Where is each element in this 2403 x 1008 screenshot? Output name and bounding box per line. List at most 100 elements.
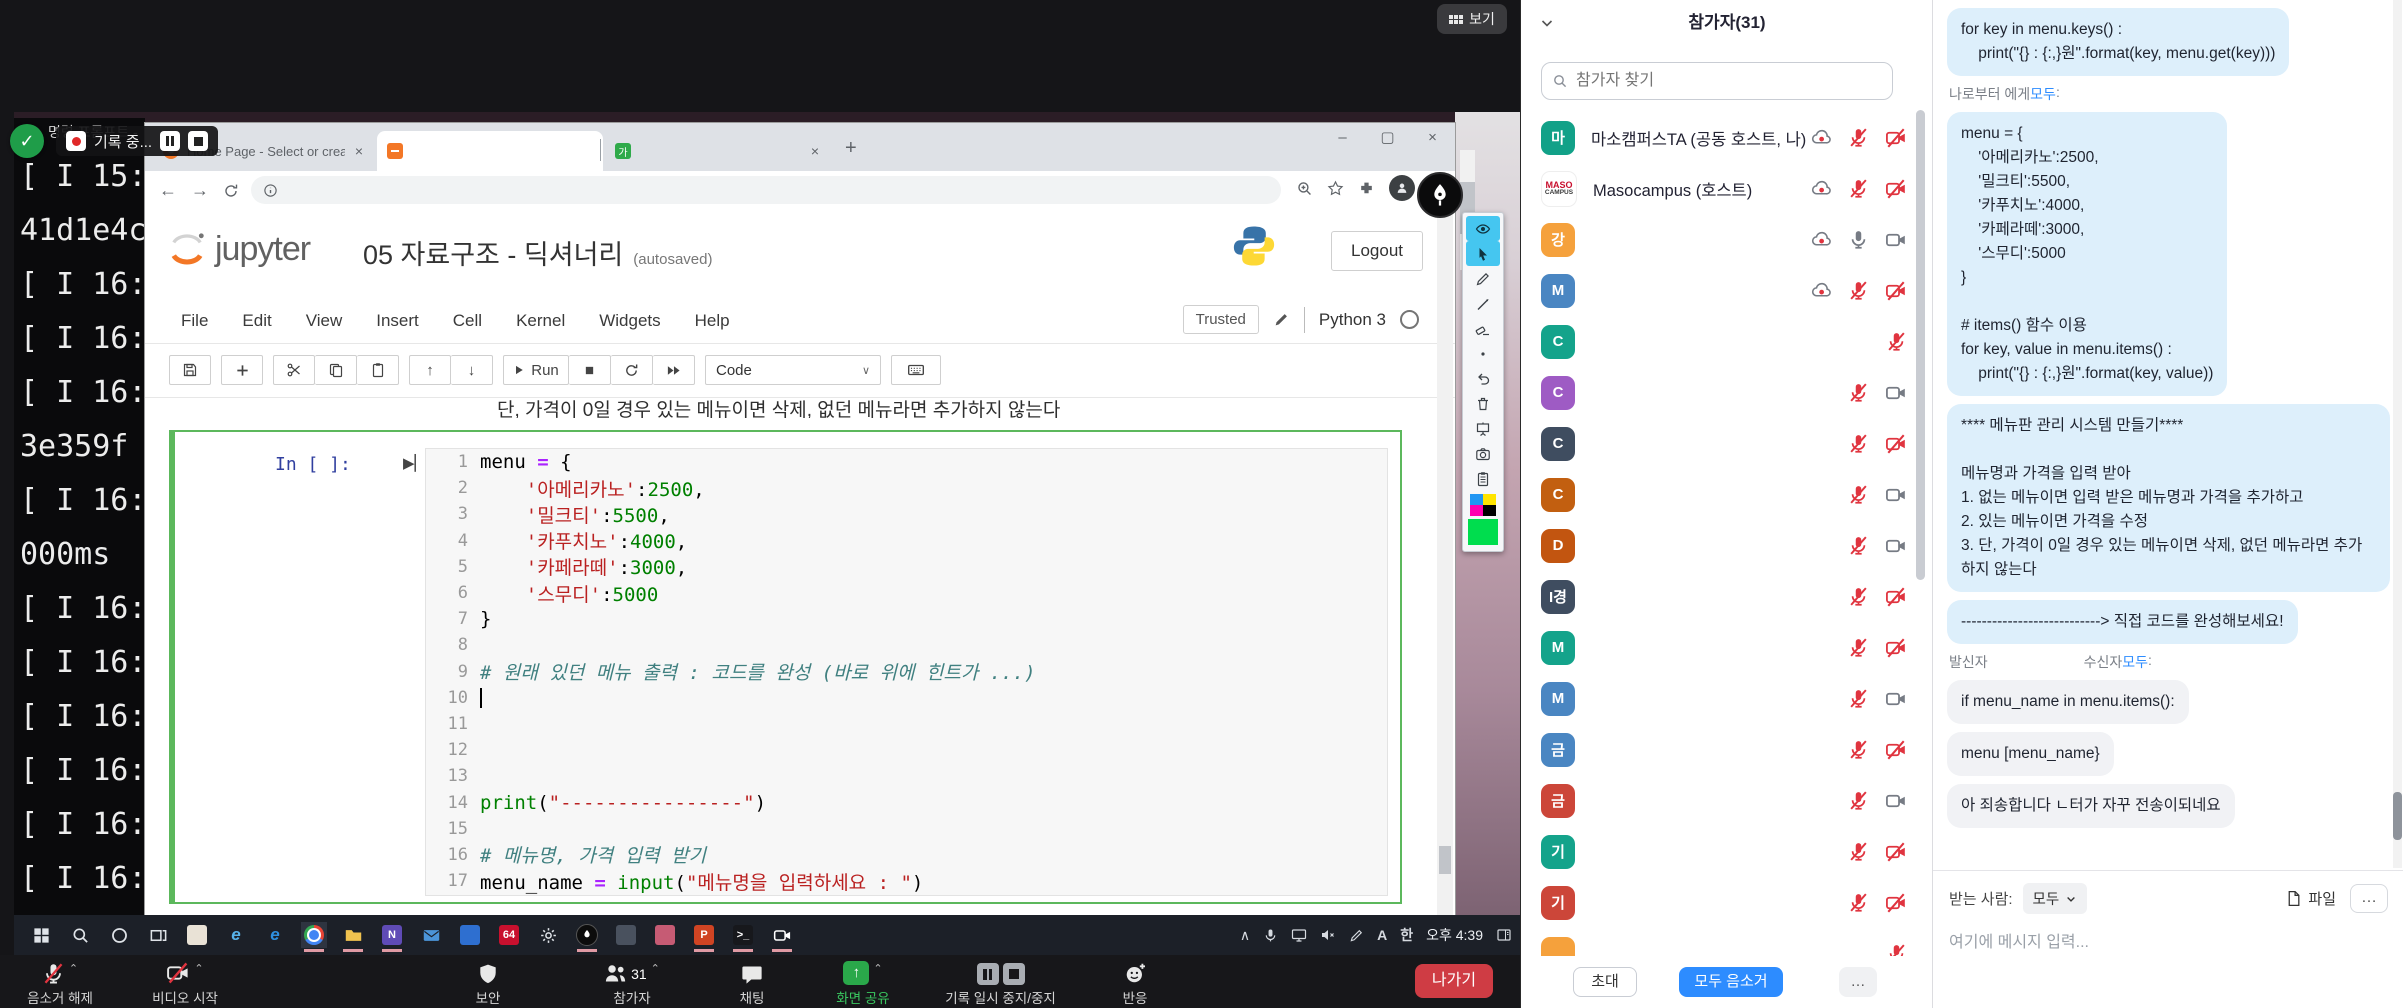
tray-notification-icon[interactable] <box>1496 927 1512 943</box>
leave-meeting-button[interactable]: 나가기 <box>1415 964 1493 998</box>
browser-scrollbar[interactable] <box>1437 209 1453 915</box>
window-maximize-button[interactable]: ▢ <box>1365 123 1410 155</box>
unmute-button[interactable]: ⌃ 음소거 해제 <box>0 955 120 1008</box>
stop-recording-button[interactable] <box>1003 963 1025 985</box>
annotation-undo-tool[interactable] <box>1466 366 1500 391</box>
participant-row[interactable]: C <box>1521 418 1933 469</box>
participant-row[interactable]: C <box>1521 316 1933 367</box>
chat-input[interactable]: 여기에 메시지 입력... <box>1949 928 2388 952</box>
taskbar-security-app-icon[interactable] <box>184 922 210 948</box>
tray-mic-icon[interactable] <box>1263 928 1278 943</box>
notebook-menu-widgets[interactable]: Widgets <box>599 311 660 331</box>
window-minimize-button[interactable]: – <box>1320 123 1365 155</box>
chat-scrollbar-thumb[interactable] <box>2393 792 2402 840</box>
save-button[interactable] <box>169 355 211 385</box>
recipient-everyone-link[interactable]: 모두 <box>2122 652 2148 672</box>
annotation-eraser-tool[interactable] <box>1466 316 1500 341</box>
recipient-everyone-link[interactable]: 모두 <box>2030 84 2056 104</box>
tray-ime-korean-icon[interactable]: 한 <box>1400 925 1413 945</box>
annotation-clip-tool[interactable] <box>1466 466 1500 491</box>
notebook-menu-view[interactable]: View <box>306 311 343 331</box>
participant-row[interactable]: 마마소캠퍼스TA (공동 호스트, 나) <box>1521 112 1933 163</box>
paste-cell-button[interactable] <box>357 355 399 385</box>
interrupt-kernel-button[interactable] <box>569 355 611 385</box>
participant-row[interactable]: 금 <box>1521 775 1933 826</box>
taskbar-photos-icon[interactable] <box>457 922 483 948</box>
search-input[interactable] <box>1574 71 1882 91</box>
tab-close-icon[interactable]: × <box>809 143 821 159</box>
site-info-icon[interactable] <box>263 183 278 198</box>
cell-type-select[interactable]: Code∨ <box>705 355 881 385</box>
participant-row[interactable]: M <box>1521 673 1933 724</box>
annotation-color-palette[interactable] <box>1470 494 1496 516</box>
participant-row[interactable]: M <box>1521 622 1933 673</box>
move-cell-up-button[interactable]: ↑ <box>409 355 451 385</box>
annotation-eye-tool[interactable] <box>1466 216 1500 241</box>
taskbar-terminal-app-icon[interactable]: >_ <box>730 922 756 948</box>
notebook-menu-cell[interactable]: Cell <box>453 311 482 331</box>
forward-icon[interactable]: → <box>191 180 209 201</box>
mute-all-button[interactable]: 모두 음소거 <box>1679 967 1783 997</box>
tray-pen-icon[interactable] <box>1349 928 1364 943</box>
taskbar-start-icon[interactable] <box>28 922 54 948</box>
command-palette-button[interactable] <box>891 355 941 385</box>
taskbar-calculator-icon[interactable] <box>613 922 639 948</box>
participant-search-box[interactable] <box>1541 62 1893 100</box>
run-cell-icon[interactable]: ▶▏ <box>403 454 426 472</box>
stop-recording-icon[interactable] <box>188 131 208 151</box>
url-field[interactable] <box>251 176 1281 204</box>
annotation-board-tool[interactable] <box>1466 416 1500 441</box>
participant-row[interactable]: MASOCAMPUSMasocampus (호스트) <box>1521 163 1933 214</box>
notebook-menu-file[interactable]: File <box>181 311 208 331</box>
tray-display-icon[interactable] <box>1291 927 1307 943</box>
recording-controls-button[interactable]: 기록 일시 중지/중지 <box>928 955 1073 1008</box>
taskbar-clock[interactable]: 오후 4:39 <box>1426 925 1483 945</box>
participant-row[interactable]: 강 <box>1521 214 1933 265</box>
extension-icon[interactable] <box>1358 180 1375 197</box>
participants-scrollbar-thumb[interactable] <box>1916 110 1925 580</box>
participant-row[interactable]: C <box>1521 469 1933 520</box>
taskbar-search-icon[interactable] <box>67 922 93 948</box>
jupyter-logo[interactable]: jupyter <box>165 227 310 271</box>
taskbar-settings-icon[interactable] <box>535 922 561 948</box>
participant-row[interactable]: M <box>1521 265 1933 316</box>
tab-close-icon[interactable]: × <box>353 143 365 159</box>
notebook-menu-edit[interactable]: Edit <box>242 311 271 331</box>
taskbar-file-explorer-icon[interactable] <box>340 922 366 948</box>
trusted-badge[interactable]: Trusted <box>1183 305 1259 334</box>
browser-profile-avatar[interactable] <box>1389 175 1415 201</box>
tray-ime-latin-icon[interactable]: A <box>1377 927 1387 943</box>
taskbar-task-view-icon[interactable] <box>145 922 171 948</box>
taskbar-internet-explorer-icon[interactable]: e <box>223 922 249 948</box>
notebook-menu-insert[interactable]: Insert <box>376 311 419 331</box>
back-icon[interactable]: ← <box>159 180 177 201</box>
taskbar-onenote-icon[interactable]: N <box>379 922 405 948</box>
security-button[interactable]: 보안 <box>443 955 533 1008</box>
annotation-cursor-tool[interactable] <box>1466 241 1500 266</box>
browser-tab-notebook[interactable] <box>377 131 603 171</box>
participants-button[interactable]: 31⌃ 참가자 <box>572 955 692 1008</box>
reactions-button[interactable]: 반응 <box>1095 955 1175 1008</box>
taskbar-paint-icon[interactable] <box>652 922 678 948</box>
browser-tab-third[interactable]: 가 × <box>605 131 831 171</box>
participant-row[interactable]: 기 <box>1521 826 1933 877</box>
taskbar-cortana-icon[interactable] <box>106 922 132 948</box>
participant-row[interactable]: 금 <box>1521 724 1933 775</box>
annotation-camera-tool[interactable] <box>1466 441 1500 466</box>
notebook-title[interactable]: 05 자료구조 - 딕셔너리(autosaved) <box>363 233 712 272</box>
code-editor[interactable]: 1menu = {2 '아메리카노':2500,3 '밀크티':5500,4 '… <box>425 448 1388 896</box>
recipient-select[interactable]: 모두 <box>2023 883 2088 914</box>
file-button[interactable]: 파일 <box>2285 888 2336 909</box>
video-options-chevron-icon[interactable]: ⌃ <box>194 962 203 975</box>
panel-collapse-chevron-icon[interactable] <box>1539 14 1555 32</box>
annotation-dotsize-tool[interactable] <box>1466 341 1500 366</box>
pause-recording-icon[interactable] <box>160 131 180 151</box>
notebook-menu-help[interactable]: Help <box>695 311 730 331</box>
cut-cell-button[interactable] <box>273 355 315 385</box>
invite-button[interactable]: 초대 <box>1573 967 1637 997</box>
annotation-trash-tool[interactable] <box>1466 391 1500 416</box>
browser-scrollbar-thumb[interactable] <box>1439 846 1451 874</box>
start-video-button[interactable]: ⌃ 비디오 시작 <box>125 955 245 1008</box>
kernel-name[interactable]: Python 3 <box>1319 310 1386 330</box>
taskbar-zoom-app-icon[interactable] <box>769 922 795 948</box>
